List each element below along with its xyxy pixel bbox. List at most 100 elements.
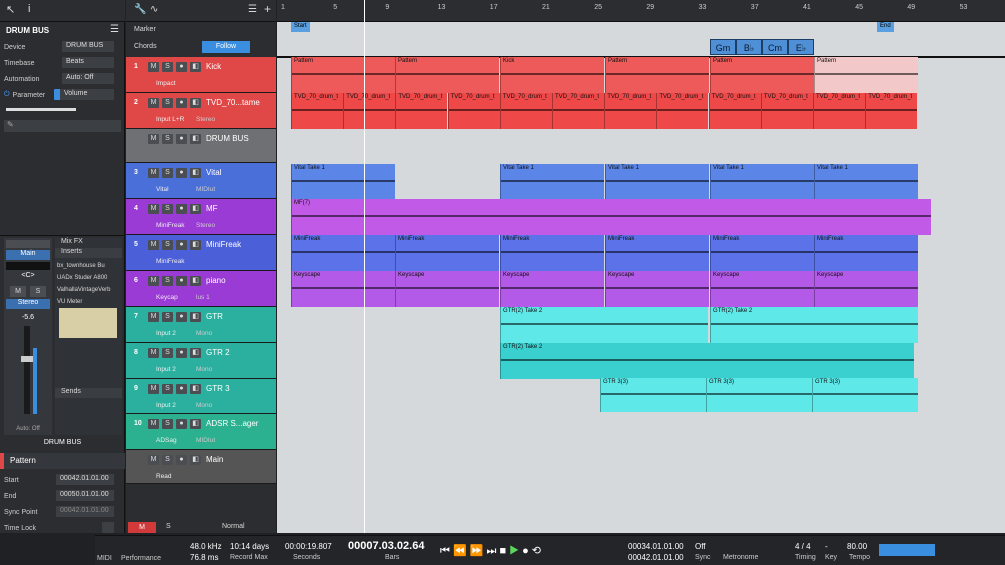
- clip[interactable]: Vital Take 1: [814, 164, 918, 199]
- track-io[interactable]: Mono: [196, 402, 212, 409]
- record-arm-icon[interactable]: ●: [176, 312, 187, 322]
- automation-curve-icon[interactable]: ∿: [150, 4, 158, 15]
- track-instrument[interactable]: Keycap: [156, 294, 178, 301]
- solo-button[interactable]: S: [162, 98, 173, 108]
- record-arm-icon[interactable]: ●: [176, 98, 187, 108]
- track-header[interactable]: 5 M S ● ◧ MiniFreak MiniFreak: [126, 235, 276, 271]
- notes-field[interactable]: ✎: [4, 120, 121, 132]
- track-instrument[interactable]: Input 2: [156, 330, 176, 337]
- track-name[interactable]: DRUM BUS: [206, 134, 249, 143]
- input-slot[interactable]: [6, 262, 50, 270]
- mute-button[interactable]: M: [148, 419, 159, 429]
- mute-button[interactable]: M: [148, 384, 159, 394]
- playhead[interactable]: [364, 0, 365, 533]
- track-instrument[interactable]: Input 2: [156, 402, 176, 409]
- track-header[interactable]: 6 M S ● ◧ piano Keycap lus 1: [126, 271, 276, 307]
- track-name[interactable]: Kick: [206, 62, 221, 71]
- clip[interactable]: Pattern: [605, 57, 709, 93]
- solo-button[interactable]: S: [162, 455, 173, 465]
- track-header[interactable]: 7 M S ● ◧ GTR Input 2 Mono: [126, 307, 276, 343]
- clip[interactable]: TVD_70_drum_t: [865, 93, 918, 129]
- solo-button[interactable]: S: [162, 419, 173, 429]
- clip[interactable]: Pattern: [395, 57, 499, 93]
- clip[interactable]: TVD_70_drum_t: [499, 93, 552, 129]
- record-arm-icon[interactable]: ●: [176, 384, 187, 394]
- clip[interactable]: MiniFreak: [291, 235, 395, 271]
- clip[interactable]: Keyscape: [500, 271, 604, 307]
- mix-fx-label[interactable]: Mix FX: [61, 238, 83, 245]
- list-icon[interactable]: ☰: [248, 4, 257, 15]
- record-arm-icon[interactable]: ●: [176, 62, 187, 72]
- clip[interactable]: Vital Take 1: [605, 164, 709, 199]
- solo-button[interactable]: S: [162, 348, 173, 358]
- timing-value[interactable]: 4 / 4: [795, 542, 811, 551]
- timeline-ruler[interactable]: 1 5 9 13 17 21 25 29 33 37 41 45 49 53: [277, 0, 1005, 22]
- solo-button[interactable]: S: [162, 62, 173, 72]
- volume-fader[interactable]: [21, 326, 33, 414]
- stop-icon[interactable]: ■: [499, 545, 506, 557]
- device-select[interactable]: DRUM BUS: [62, 41, 114, 52]
- track-instrument[interactable]: Input 2: [156, 366, 176, 373]
- return-zero-icon[interactable]: ⏮: [440, 545, 450, 557]
- track-io[interactable]: Mono: [196, 330, 212, 337]
- mute-button[interactable]: M: [148, 312, 159, 322]
- clip[interactable]: Keyscape: [814, 271, 918, 307]
- power-icon[interactable]: ⏻: [4, 91, 10, 99]
- record-arm-icon[interactable]: ●: [176, 134, 187, 144]
- track-name[interactable]: Vital: [206, 168, 221, 177]
- solo-button[interactable]: S: [162, 276, 173, 286]
- arrangement-view[interactable]: 1 5 9 13 17 21 25 29 33 37 41 45 49 53 Start End Gm B♭…: [277, 0, 1005, 533]
- arrow-tool-icon[interactable]: ↖: [6, 3, 15, 16]
- clip[interactable]: TVD_70_drum_t: [552, 93, 604, 129]
- clip[interactable]: TVD_70_drum_t: [291, 93, 343, 129]
- record-arm-icon[interactable]: ●: [176, 455, 187, 465]
- clip[interactable]: Pattern: [710, 57, 814, 93]
- monitor-icon[interactable]: ◧: [190, 455, 201, 465]
- clip[interactable]: Pattern: [291, 57, 395, 93]
- solo-button[interactable]: S: [30, 286, 46, 297]
- play-icon[interactable]: ▶: [509, 545, 519, 557]
- stereo-mode[interactable]: Stereo: [6, 299, 50, 309]
- strip-automation[interactable]: Auto: Off: [6, 426, 50, 432]
- track-header[interactable]: 3 M S ● ◧ Vital Vital MIDIut: [126, 163, 276, 199]
- clip[interactable]: TVD_70_drum_t: [656, 93, 709, 129]
- start-marker[interactable]: Start: [291, 22, 310, 32]
- monitor-icon[interactable]: ◧: [190, 62, 201, 72]
- parameter-slider[interactable]: [6, 108, 76, 111]
- parameter-select[interactable]: Volume: [54, 89, 114, 100]
- record-arm-icon[interactable]: ●: [176, 204, 187, 214]
- clip[interactable]: GTR(2) Take 2: [710, 307, 918, 343]
- solo-button[interactable]: S: [162, 168, 173, 178]
- clip[interactable]: Vital Take 1: [710, 164, 814, 199]
- add-track-icon[interactable]: +: [264, 2, 271, 16]
- monitor-icon[interactable]: ◧: [190, 384, 201, 394]
- clip[interactable]: GTR 3(3): [812, 378, 918, 412]
- end-field[interactable]: 00050.01.01.00: [56, 490, 114, 501]
- end-icon[interactable]: ⏭: [487, 545, 497, 557]
- clip[interactable]: TVD_70_drum_t: [760, 93, 813, 129]
- mute-button[interactable]: M: [148, 168, 159, 178]
- clip[interactable]: MiniFreak: [500, 235, 604, 271]
- mute-button[interactable]: M: [148, 348, 159, 358]
- clip[interactable]: Vital Take 1: [291, 164, 395, 199]
- solo-button[interactable]: S: [162, 384, 173, 394]
- clip[interactable]: TVD_70_drum_t: [343, 93, 396, 129]
- start-field[interactable]: 00042.01.01.00: [56, 474, 114, 485]
- clip[interactable]: MiniFreak: [395, 235, 499, 271]
- tempo-value[interactable]: 80.00: [847, 542, 867, 551]
- track-instrument[interactable]: Input L+R: [156, 116, 184, 123]
- clip[interactable]: GTR 3(3): [706, 378, 812, 412]
- zoom-mode-select[interactable]: Normal: [222, 523, 245, 530]
- record-icon[interactable]: ●: [522, 545, 529, 557]
- inserts-header[interactable]: Inserts: [55, 248, 122, 258]
- track-header[interactable]: 10 M S ● ◧ ADSR S...ager ADSag MIDIut: [126, 414, 276, 450]
- monitor-icon[interactable]: ◧: [190, 240, 201, 250]
- sync-value[interactable]: Off: [695, 542, 706, 551]
- clip[interactable]: GTR(2) Take 2: [500, 307, 708, 343]
- metronome-label[interactable]: Metronome: [723, 554, 758, 561]
- track-header[interactable]: M S ● ◧ Main Read: [126, 450, 276, 484]
- track-io[interactable]: MIDIut: [196, 186, 215, 193]
- record-arm-icon[interactable]: ●: [176, 240, 187, 250]
- forward-icon[interactable]: ⏩: [470, 545, 484, 557]
- track-io[interactable]: Stereo: [196, 116, 215, 123]
